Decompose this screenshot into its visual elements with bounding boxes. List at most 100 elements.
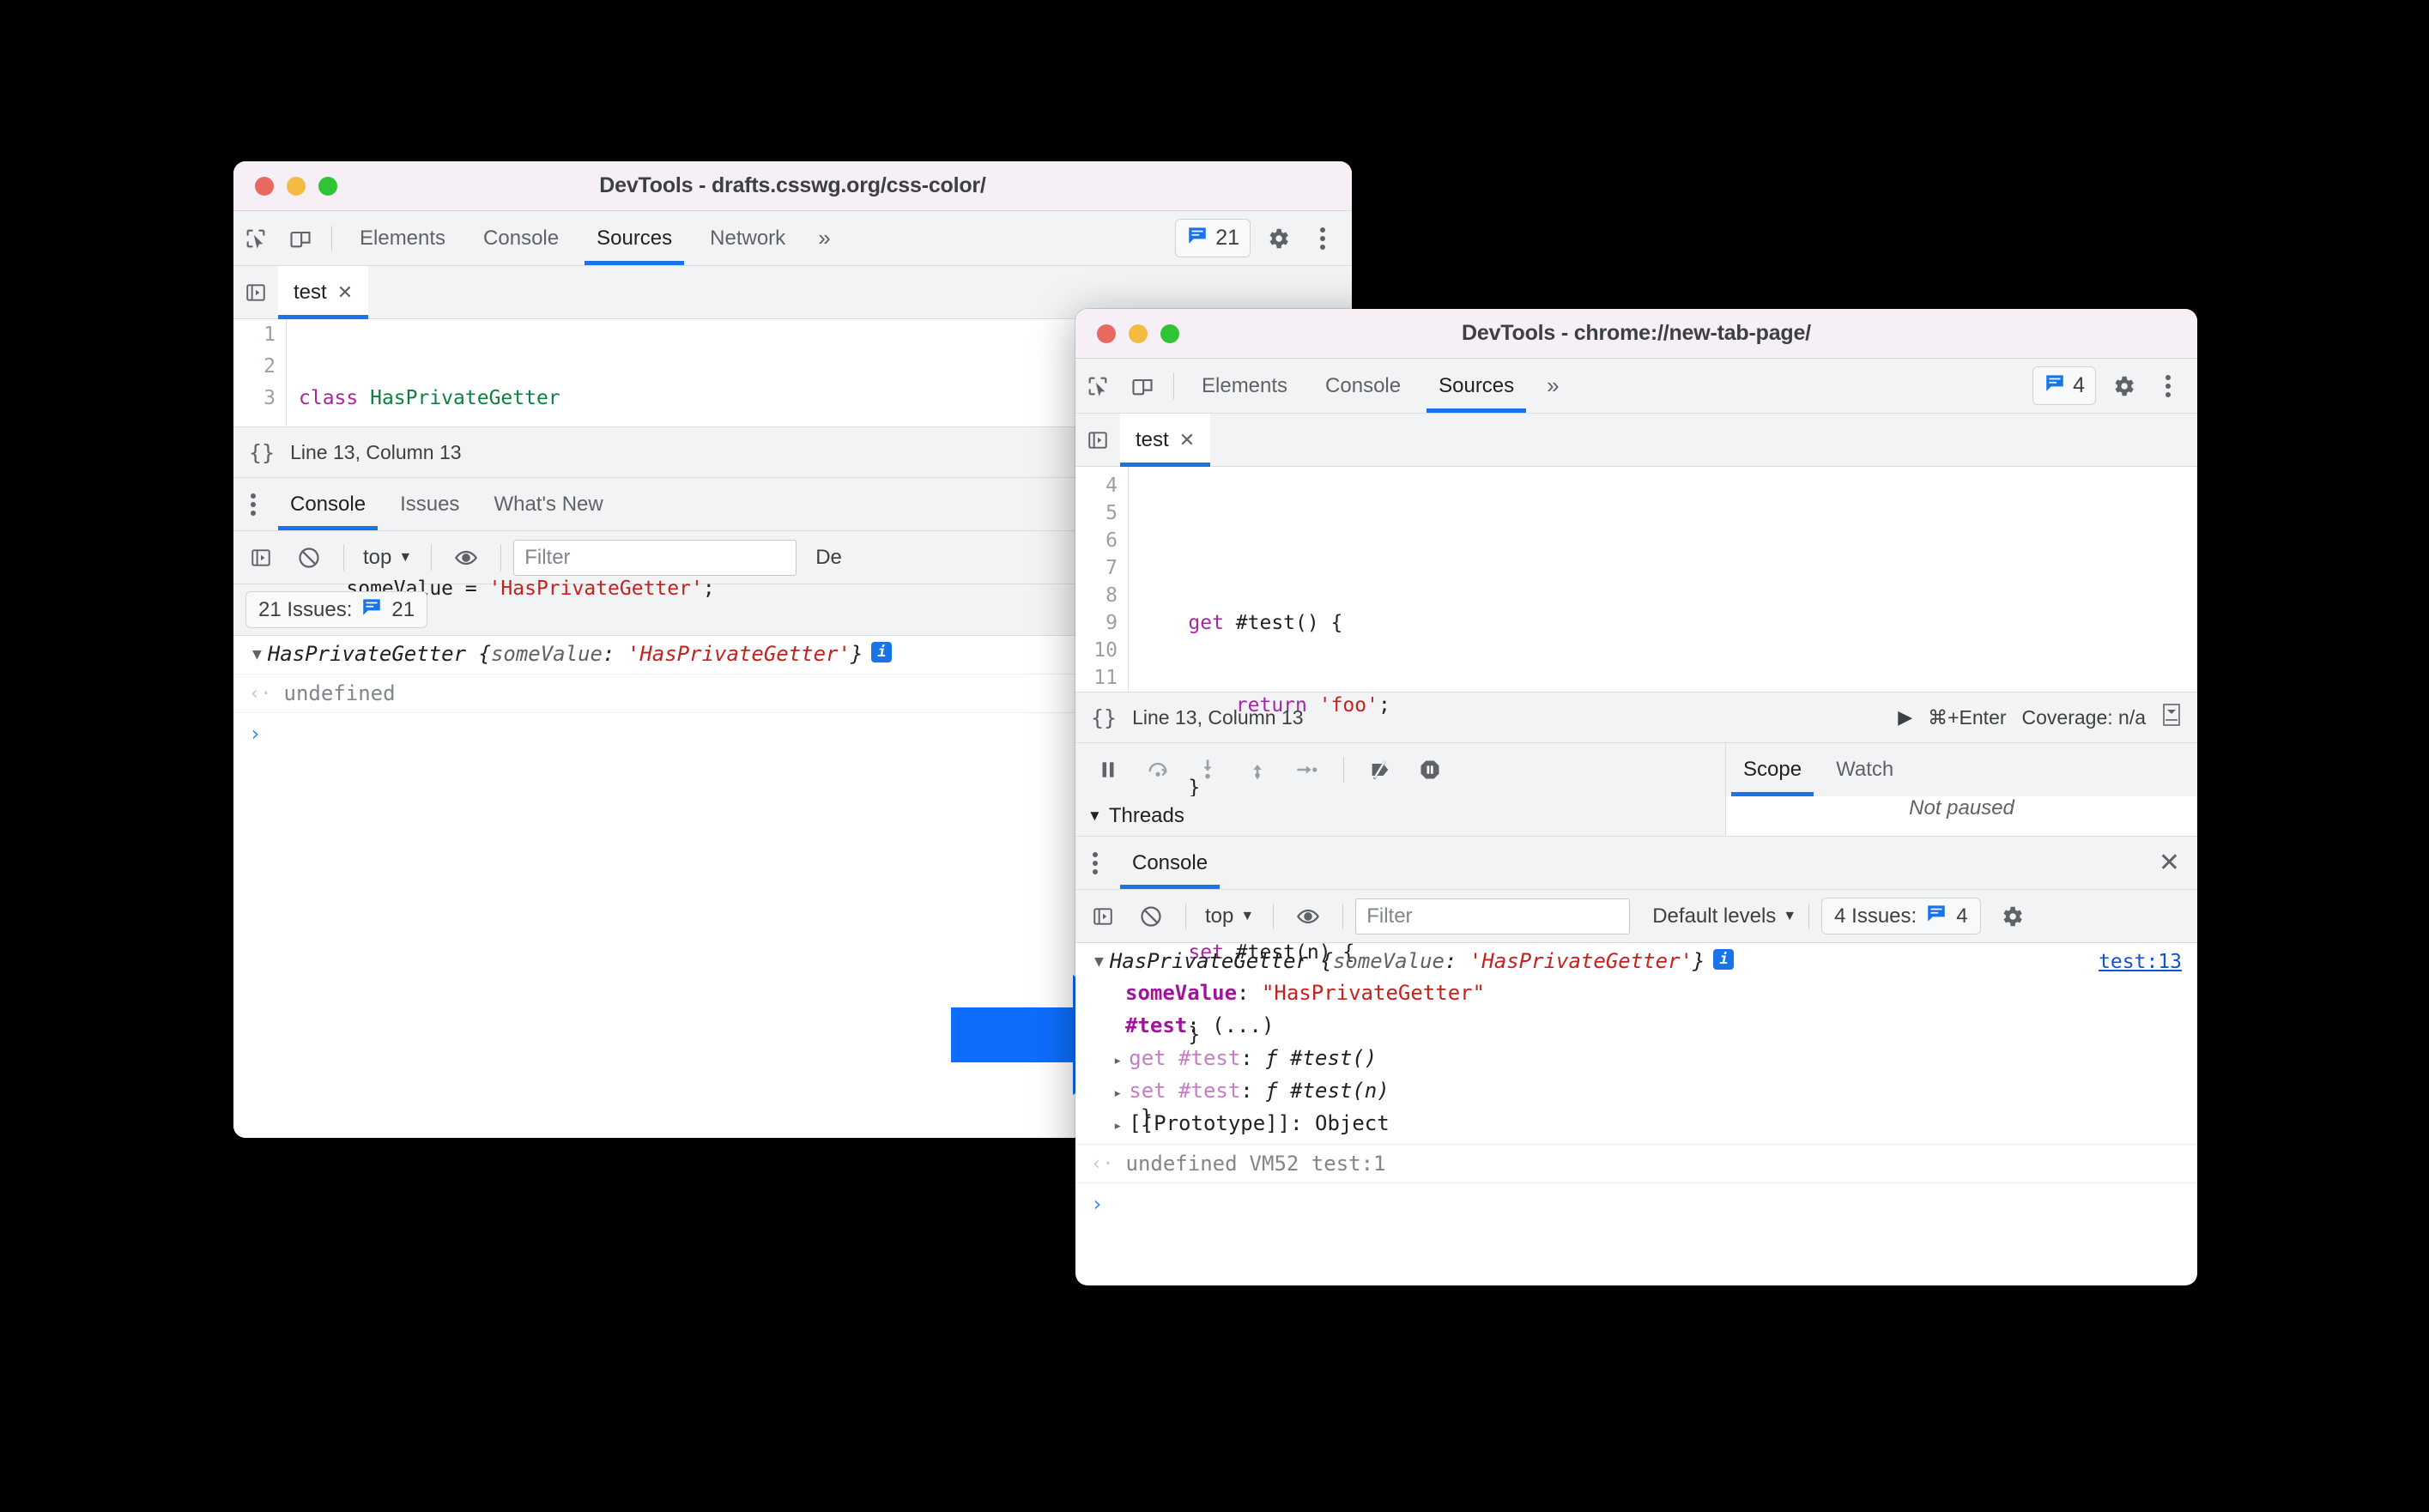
pause-script-execution-icon[interactable] xyxy=(1086,747,1130,792)
source-location-link[interactable]: VM52 test:1 xyxy=(1250,1152,1386,1176)
minimize-window-button[interactable] xyxy=(1129,324,1148,343)
tab-console[interactable]: Console xyxy=(1306,359,1420,413)
console-filter-input[interactable]: Filter xyxy=(513,539,797,576)
device-toolbar-icon[interactable] xyxy=(1120,364,1165,408)
object-property-row[interactable]: ▸ set #test: ƒ #test(n) xyxy=(1075,1074,2197,1107)
log-levels-dropdown-partial[interactable]: De xyxy=(815,546,842,570)
gear-icon[interactable] xyxy=(1990,894,2034,939)
run-snippet-icon[interactable]: ▶ xyxy=(1898,706,1912,729)
debugger-right-pane[interactable]: Scope Watch Not paused xyxy=(1726,743,2197,836)
front-code-editor[interactable]: 4 5 6 7 8 9 10 11 get #test() { return '… xyxy=(1075,467,2197,1128)
source-location-link[interactable]: test:13 xyxy=(2099,951,2182,973)
front-sources-file-tabs[interactable]: test ✕ xyxy=(1075,414,2197,467)
console-filter-input[interactable]: Filter xyxy=(1355,898,1631,934)
front-traffic-lights[interactable] xyxy=(1075,324,1179,343)
execution-context-selector[interactable]: top ▼ xyxy=(356,546,419,570)
object-property-row[interactable]: ▸ get #test: ƒ #test() xyxy=(1075,1042,2197,1074)
info-badge-icon[interactable]: i xyxy=(871,642,893,662)
disclosure-triangle-icon[interactable]: ▸ xyxy=(1113,1117,1122,1134)
show-navigator-icon[interactable] xyxy=(1075,418,1120,463)
back-panel-tabs[interactable]: Elements Console Sources Network xyxy=(341,211,804,265)
step-into-next-function-call-icon[interactable] xyxy=(1185,747,1230,792)
console-sidebar-icon[interactable] xyxy=(239,535,283,580)
device-toolbar-icon[interactable] xyxy=(278,216,323,261)
close-window-button[interactable] xyxy=(255,176,274,196)
tab-sources[interactable]: Sources xyxy=(1420,359,1533,413)
debugger-left-pane[interactable]: ▼ Threads xyxy=(1075,743,1727,836)
front-panel-tabs[interactable]: Elements Console Sources xyxy=(1183,359,1533,413)
kebab-menu-icon[interactable] xyxy=(1075,850,1115,876)
execution-context-selector[interactable]: top ▼ xyxy=(1198,904,1261,928)
front-main-toolbar[interactable]: Elements Console Sources » 4 xyxy=(1075,359,2197,414)
show-navigator-icon[interactable] xyxy=(233,270,278,315)
tab-sources[interactable]: Sources xyxy=(578,211,691,265)
drawer-tab-console[interactable]: Console xyxy=(273,478,383,530)
kebab-menu-icon[interactable] xyxy=(1300,216,1345,261)
step-over-next-function-call-icon[interactable] xyxy=(1136,747,1180,792)
back-traffic-lights[interactable] xyxy=(233,176,337,196)
pause-on-exceptions-icon[interactable] xyxy=(1408,747,1452,792)
step-icon[interactable] xyxy=(1285,747,1330,792)
issues-summary-button[interactable]: 4 Issues: 4 xyxy=(1821,898,1981,934)
object-property-row[interactable]: someValue: "HasPrivateGetter" xyxy=(1075,977,2197,1009)
close-icon[interactable]: ✕ xyxy=(2159,848,2180,878)
inspect-cursor-icon[interactable] xyxy=(233,216,278,261)
disclosure-triangle-icon[interactable]: ▼ xyxy=(252,642,262,668)
tab-console[interactable]: Console xyxy=(464,211,578,265)
devtools-window-front[interactable]: DevTools - chrome://new-tab-page/ Elemen… xyxy=(1075,309,2197,1285)
console-object-row[interactable]: ▼ HasPrivateGetter {someValue: 'HasPriva… xyxy=(1075,943,2197,977)
zoom-window-button[interactable] xyxy=(318,176,337,196)
more-options-icon[interactable] xyxy=(2161,703,2182,732)
console-sidebar-icon[interactable] xyxy=(1081,894,1125,939)
debugger-controls[interactable] xyxy=(1075,743,1725,796)
step-out-of-current-function-icon[interactable] xyxy=(1235,747,1280,792)
drawer-tab-issues[interactable]: Issues xyxy=(383,478,476,530)
drawer-tab-console[interactable]: Console xyxy=(1115,837,1225,889)
clear-console-icon[interactable] xyxy=(287,535,331,580)
issues-summary-button[interactable]: 21 Issues: 21 xyxy=(245,591,428,628)
more-tabs-chevron-icon[interactable]: » xyxy=(804,225,844,251)
tab-network[interactable]: Network xyxy=(691,211,804,265)
more-tabs-chevron-icon[interactable]: » xyxy=(1533,372,1572,399)
close-window-button[interactable] xyxy=(1097,324,1116,343)
log-levels-dropdown[interactable]: Default levels ▼ xyxy=(1652,904,1796,928)
pretty-print-icon[interactable]: {} xyxy=(249,440,275,465)
disclosure-triangle-icon[interactable]: ▼ xyxy=(1087,807,1102,825)
tab-elements[interactable]: Elements xyxy=(341,211,464,265)
clear-console-icon[interactable] xyxy=(1129,894,1173,939)
tab-scope[interactable]: Scope xyxy=(1726,743,1819,796)
console-prompt[interactable]: › xyxy=(1075,1183,2197,1225)
front-code-content[interactable]: get #test() { return 'foo'; } set #test(… xyxy=(1129,467,1390,1128)
object-property-row[interactable]: #test: (...) xyxy=(1075,1009,2197,1042)
gear-icon[interactable] xyxy=(2101,364,2146,408)
back-code-content[interactable]: class HasPrivateGetter { someValue = 'Ha… xyxy=(287,319,715,600)
inspect-cursor-icon[interactable] xyxy=(1075,364,1120,408)
front-debugger-section[interactable]: ▼ Threads Scope Watch Not paused xyxy=(1075,743,2197,837)
kebab-menu-icon[interactable] xyxy=(2146,364,2190,408)
front-window-titlebar[interactable]: DevTools - chrome://new-tab-page/ xyxy=(1075,309,2197,359)
gear-icon[interactable] xyxy=(1256,216,1300,261)
kebab-menu-icon[interactable] xyxy=(233,492,273,517)
drawer-tab-whats-new[interactable]: What's New xyxy=(476,478,620,530)
disclosure-triangle-icon[interactable]: ▸ xyxy=(1113,1085,1122,1102)
disclosure-triangle-icon[interactable]: ▸ xyxy=(1113,1052,1122,1069)
front-console-output[interactable]: ▼ HasPrivateGetter {someValue: 'HasPriva… xyxy=(1075,943,2197,1225)
zoom-window-button[interactable] xyxy=(1160,324,1179,343)
back-main-toolbar[interactable]: Elements Console Sources Network » 21 xyxy=(233,211,1352,266)
issues-counter-button[interactable]: 4 xyxy=(2032,366,2096,405)
close-icon[interactable]: ✕ xyxy=(337,281,353,304)
disclosure-triangle-icon[interactable]: ▼ xyxy=(1094,949,1104,975)
minimize-window-button[interactable] xyxy=(287,176,306,196)
front-console-panel-header[interactable]: Console ✕ xyxy=(1075,837,2197,890)
tab-elements[interactable]: Elements xyxy=(1183,359,1306,413)
tab-watch[interactable]: Watch xyxy=(1819,743,1911,796)
live-expression-icon[interactable] xyxy=(444,535,488,580)
deactivate-breakpoints-icon[interactable] xyxy=(1358,747,1402,792)
pretty-print-icon[interactable]: {} xyxy=(1091,705,1117,730)
info-badge-icon[interactable]: i xyxy=(1713,949,1735,970)
file-tab-test[interactable]: test ✕ xyxy=(1120,414,1211,467)
scope-watch-tabs[interactable]: Scope Watch xyxy=(1726,743,2197,796)
live-expression-icon[interactable] xyxy=(1286,894,1330,939)
issues-counter-button[interactable]: 21 xyxy=(1175,219,1251,257)
file-tab-test[interactable]: test ✕ xyxy=(278,266,369,319)
